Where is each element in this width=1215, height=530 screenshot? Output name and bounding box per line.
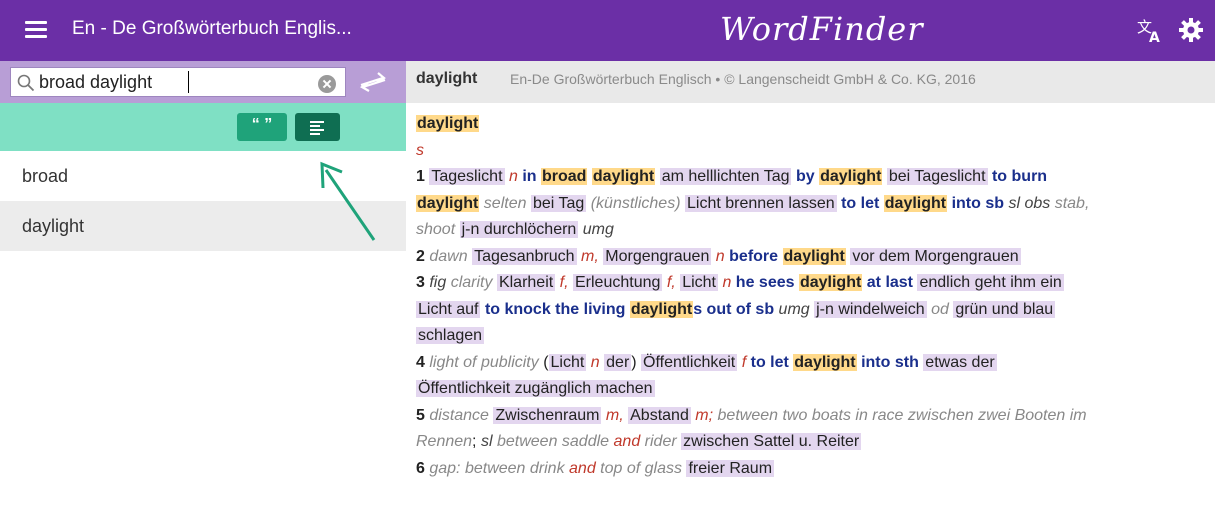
entry-word: daylight — [416, 70, 478, 87]
swap-direction-icon[interactable] — [357, 70, 389, 94]
sense-3-line-1: 3 fig clarity Klarheit f, Erleuchtung f,… — [416, 274, 1064, 291]
part-of-speech: s — [416, 141, 424, 159]
sense-5-line-2: Rennen; sl between saddle and rider zwis… — [416, 433, 862, 450]
clear-icon[interactable] — [318, 75, 336, 93]
dictionary-entry: daylight s 1 Tageslicht n in broad dayli… — [416, 111, 1211, 482]
sense-1-line-1: 1 Tageslicht n in broad daylight am hell… — [416, 168, 1048, 185]
sense-1-line-2: daylight selten bei Tag (künstliches) Li… — [416, 194, 1090, 212]
sense-1-line-3: shoot j-n durchlöchern umg — [416, 221, 614, 238]
text-caret — [188, 71, 189, 93]
left-panel: “ ” broad daylight — [0, 61, 406, 530]
list-view-button[interactable] — [295, 113, 340, 141]
headword: daylight — [416, 115, 480, 132]
svg-text:A: A — [1149, 30, 1160, 43]
sense-6: 6 gap: between drink and top of glass fr… — [416, 459, 775, 477]
sense-3-line-2: Licht auf to knock the living daylights … — [416, 300, 1056, 318]
quote-view-button[interactable]: “ ” — [237, 113, 287, 141]
entry-panel: daylight En-De Großwörterbuch Englisch •… — [406, 61, 1215, 530]
entry-header: daylight En-De Großwörterbuch Englisch •… — [406, 61, 1215, 103]
search-icon — [17, 74, 35, 92]
menu-icon[interactable] — [25, 21, 47, 39]
app-logo: WordFinder — [720, 10, 924, 48]
search-bar — [0, 61, 406, 103]
search-box[interactable] — [10, 67, 346, 97]
sense-3-line-3: schlagen — [416, 327, 485, 344]
sense-4-line-2: Öffentlichkeit zugänglich machen — [416, 380, 655, 397]
sense-2: 2 dawn Tagesanbruch m, Morgengrauen n be… — [416, 247, 1021, 265]
sense-4-line-1: 4 light of publicity (Licht n der) Öffen… — [416, 353, 997, 371]
search-input[interactable] — [39, 70, 309, 94]
app-header: En - De Großwörterbuch Englis... WordFin… — [0, 0, 1215, 61]
annotation-arrow — [320, 161, 376, 241]
gear-icon[interactable] — [1178, 17, 1204, 43]
sense-5-line-1: 5 distance Zwischenraum m, Abstand m; be… — [416, 406, 1087, 424]
translate-icon[interactable]: 文 A — [1137, 17, 1163, 43]
view-toolbar: “ ” — [0, 103, 406, 151]
dictionary-title[interactable]: En - De Großwörterbuch Englis... — [72, 18, 352, 40]
dictionary-source: En-De Großwörterbuch Englisch • © Langen… — [510, 71, 976, 87]
